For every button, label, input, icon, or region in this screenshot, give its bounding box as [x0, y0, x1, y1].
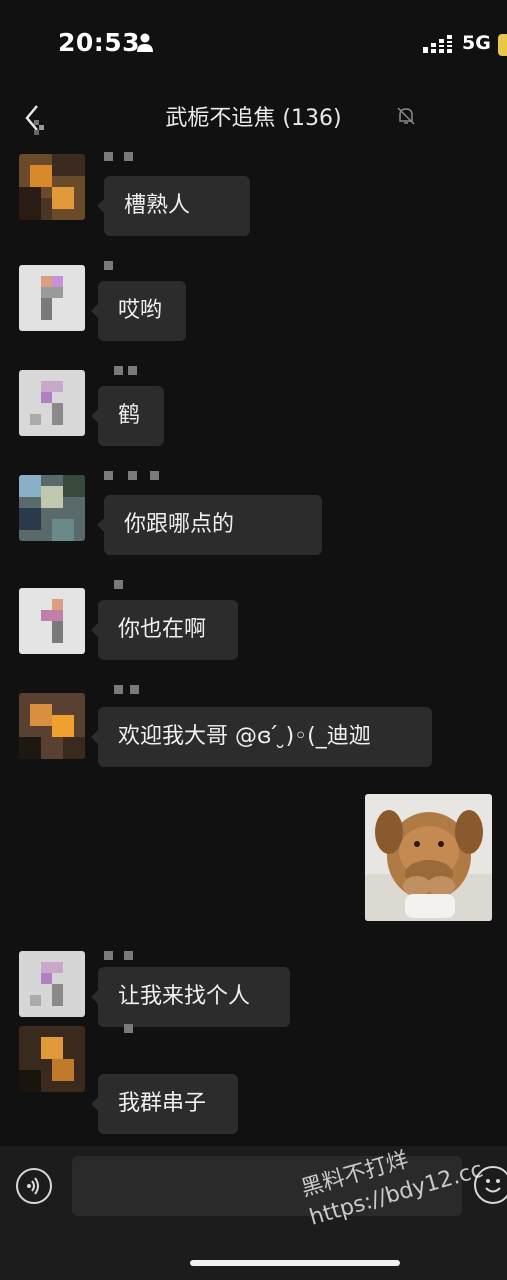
message-bubble[interactable]: 我群串子	[91, 1074, 238, 1134]
message-bubble[interactable]: 让我来找个人	[91, 967, 290, 1027]
message-bubble[interactable]: 鹤	[91, 386, 164, 446]
message-bubble[interactable]: 哎哟	[91, 281, 186, 341]
dog-sticker-image[interactable]	[365, 794, 492, 921]
message-list[interactable]: 槽熟人 哎哟 鹤 你跟哪点的 你也在啊 欢迎我大哥 @ɞ ́ ̮)◦(_迪迦 让…	[0, 146, 507, 1146]
avatar[interactable]	[19, 1026, 85, 1092]
avatar[interactable]	[19, 265, 85, 331]
message-bubble[interactable]: 你跟哪点的	[97, 495, 322, 555]
message-bubble[interactable]: 欢迎我大哥 @ɞ ́ ̮)◦(_迪迦	[91, 707, 432, 767]
avatar[interactable]	[19, 693, 85, 759]
chat-title: 武栀不追焦 (136)	[165, 106, 342, 131]
sender-name	[104, 685, 144, 699]
sender-name	[104, 152, 144, 166]
home-indicator[interactable]	[190, 1260, 400, 1266]
sender-name	[104, 366, 144, 380]
avatar[interactable]	[19, 951, 85, 1017]
network-label: 5G	[462, 32, 491, 54]
message-bubble[interactable]: 你也在啊	[91, 600, 238, 660]
chat-header: 武栀不追焦 (136)	[0, 88, 507, 146]
signal-dots-icon	[423, 35, 452, 53]
message-bubble[interactable]: 槽熟人	[97, 176, 250, 236]
avatar[interactable]	[19, 588, 85, 654]
voice-wave-icon	[27, 1177, 39, 1195]
voice-button[interactable]	[16, 1168, 52, 1204]
person-icon	[137, 33, 153, 52]
battery-icon	[498, 34, 507, 56]
status-bar: 20:53 5G	[0, 0, 507, 88]
avatar[interactable]	[19, 154, 85, 220]
sender-name	[104, 951, 144, 965]
sender-name	[104, 580, 144, 594]
sender-name	[104, 1024, 144, 1038]
status-time: 20:53	[58, 28, 141, 57]
sender-name	[104, 261, 144, 275]
avatar[interactable]	[19, 475, 85, 541]
avatar[interactable]	[19, 370, 85, 436]
mute-bell-icon	[397, 107, 415, 125]
sender-name	[104, 471, 164, 485]
